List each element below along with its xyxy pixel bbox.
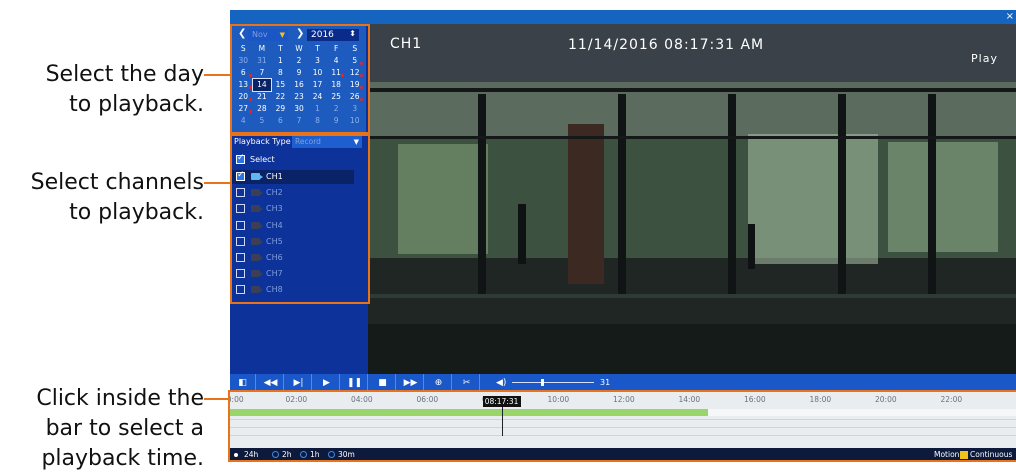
callout-day-leader <box>204 74 232 76</box>
close-icon[interactable]: × <box>1006 10 1014 24</box>
channel-overlay: CH1 <box>390 36 423 52</box>
callout-day-line2: to playback. <box>69 92 204 117</box>
video-frame <box>368 24 1016 374</box>
highlight-channels <box>230 134 370 304</box>
callout-select-bar: Click inside the bar to select a playbac… <box>36 384 204 474</box>
play-state-overlay: Play <box>971 52 998 65</box>
volume-knob[interactable] <box>540 379 544 386</box>
callout-channels-line2: to playback. <box>69 200 204 225</box>
window-title-bar: × <box>230 10 1016 24</box>
callout-select-channels: Select channels to playback. <box>31 168 204 228</box>
callout-select-day: Select the day to playback. <box>46 60 204 120</box>
callout-channels-leader <box>204 182 232 184</box>
highlight-calendar <box>230 24 370 134</box>
callout-bar-line2: bar to select a <box>45 416 204 441</box>
datetime-overlay: 11/14/2016 08:17:31 AM <box>568 37 765 53</box>
video-viewport[interactable]: CH1 11/14/2016 08:17:31 AM Play <box>368 24 1016 374</box>
callout-bar-line1: Click inside the <box>36 386 204 411</box>
callout-channels-line1: Select channels <box>30 170 204 195</box>
highlight-timeline <box>228 390 1016 462</box>
volume-track[interactable] <box>512 382 594 383</box>
callout-day-line1: Select the day <box>45 62 204 87</box>
